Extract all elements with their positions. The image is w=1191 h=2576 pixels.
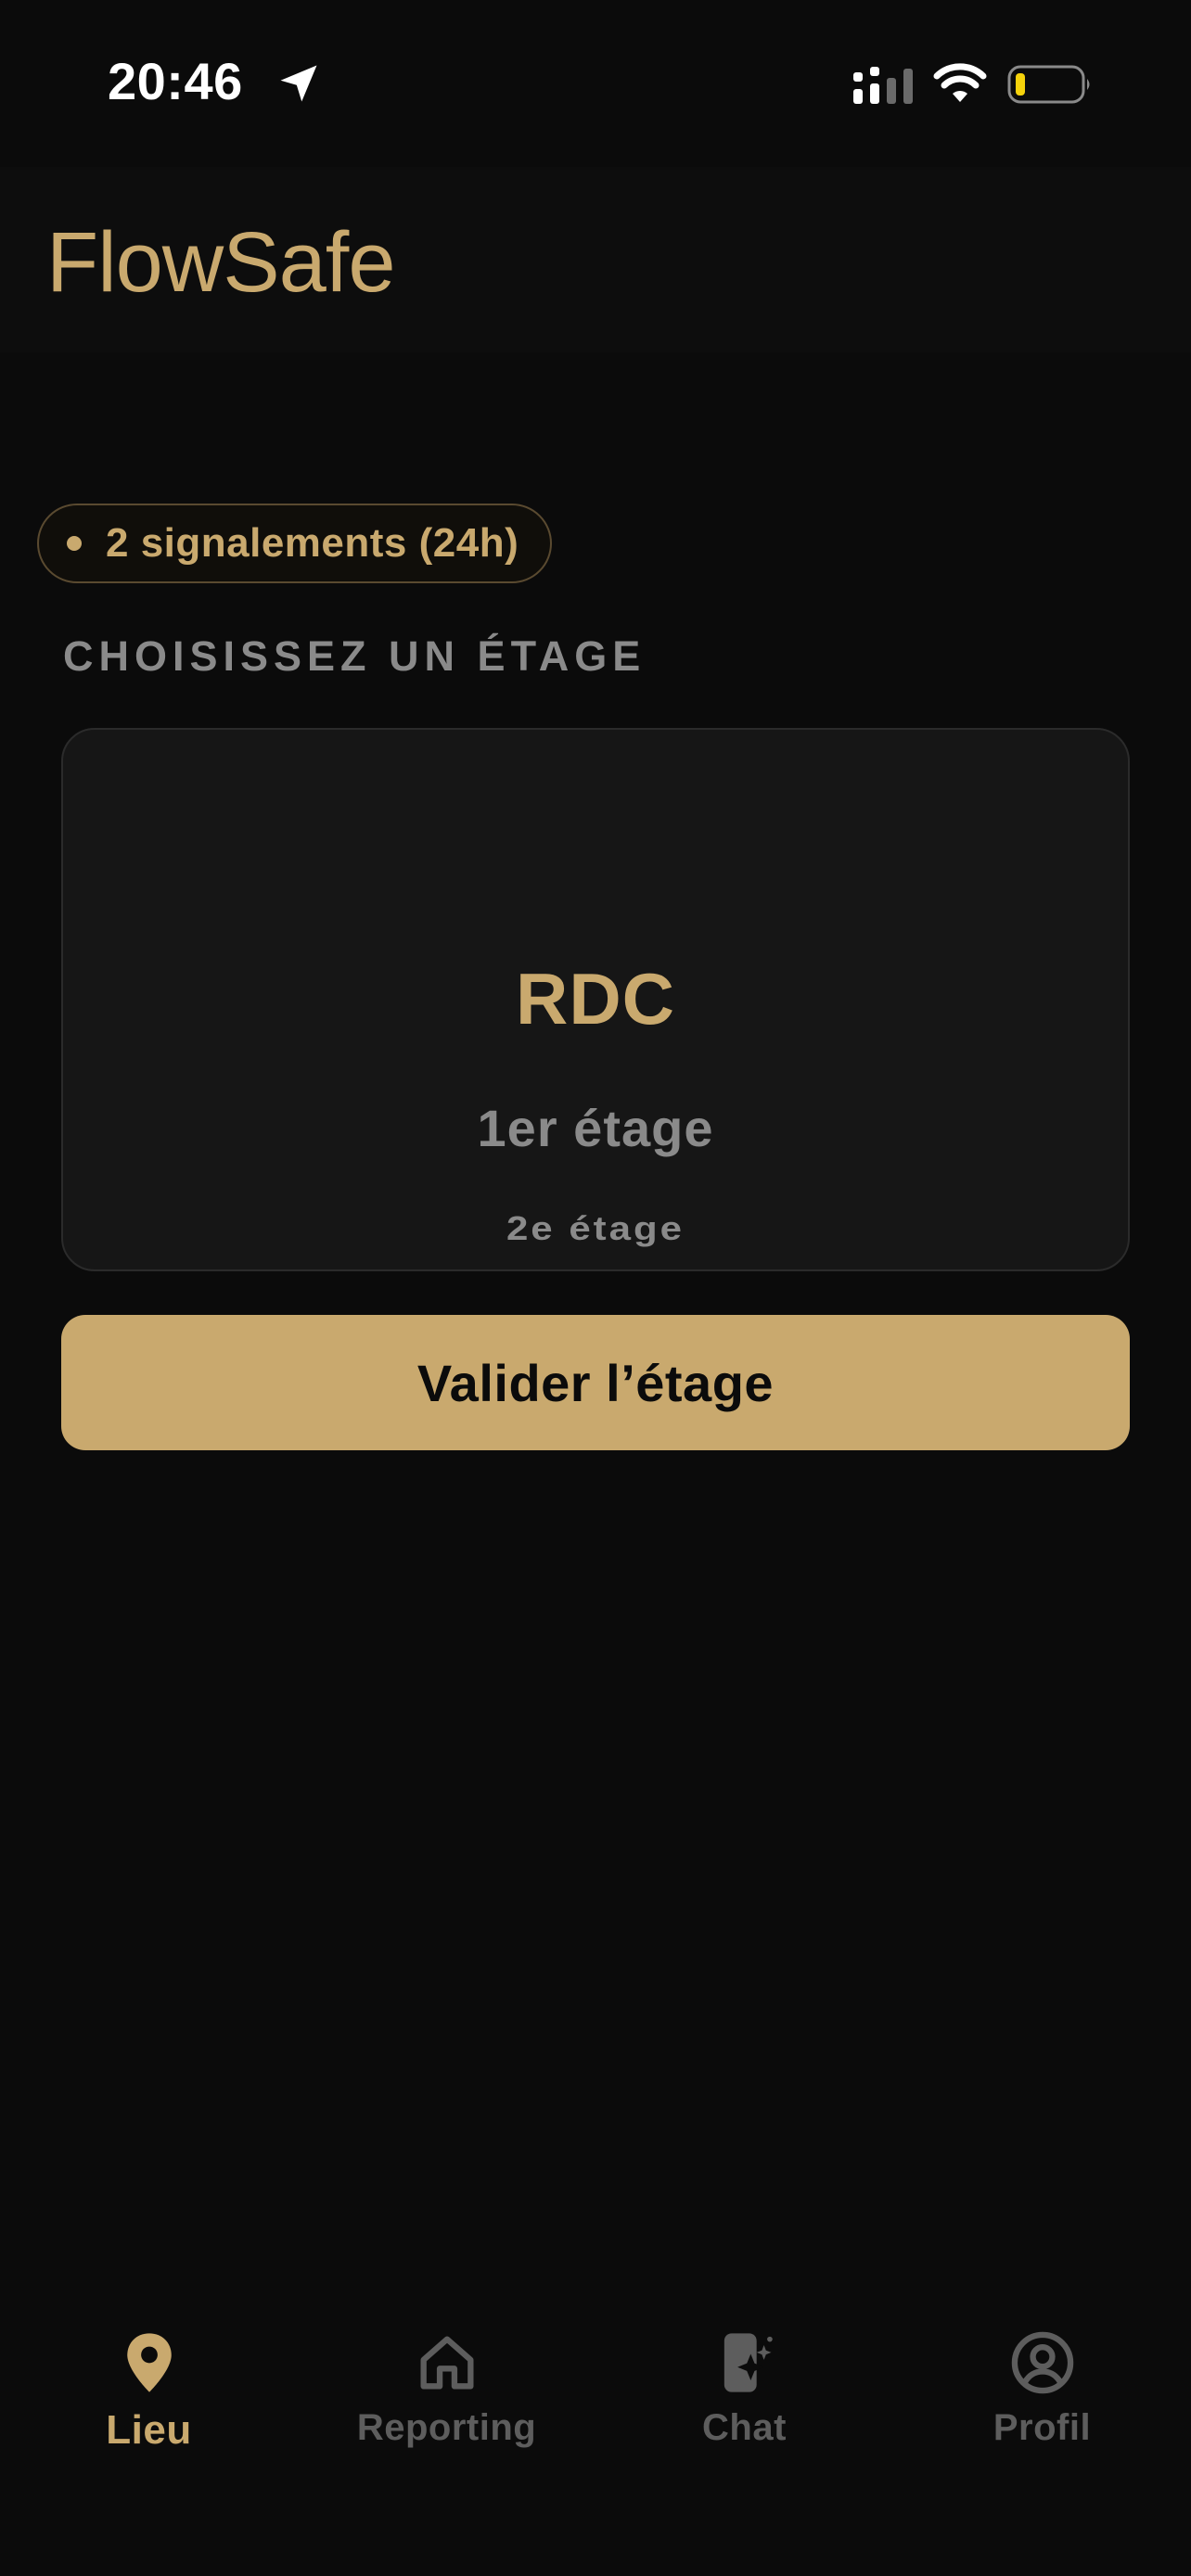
status-bar: 20:46 [0, 0, 1191, 167]
tab-chat[interactable]: Chat [596, 2309, 893, 2476]
tab-bar: Lieu Reporting Chat Profil [0, 2309, 1191, 2494]
floor-option-selected[interactable]: RDC [63, 952, 1128, 1045]
location-arrow-icon [280, 65, 317, 102]
reports-badge-text: 2 signalements (24h) [106, 520, 519, 566]
home-icon [420, 2336, 473, 2390]
map-pin-icon [126, 2333, 172, 2392]
floor-picker[interactable]: RDC 1er étage 2e étage [61, 728, 1130, 1271]
user-circle-icon [1011, 2331, 1073, 2394]
status-dot [67, 536, 82, 551]
tab-label: Reporting [356, 2407, 537, 2448]
tab-lieu[interactable]: Lieu [0, 2309, 298, 2476]
tab-label: Profil [992, 2407, 1092, 2448]
tab-profil[interactable]: Profil [893, 2309, 1191, 2476]
wifi-icon [933, 63, 987, 102]
battery-low-icon [1007, 65, 1090, 104]
app-header: FlowSafe [0, 167, 1191, 352]
tab-label: Lieu [106, 2407, 192, 2453]
reports-badge[interactable]: 2 signalements (24h) [37, 504, 553, 583]
tab-reporting[interactable]: Reporting [298, 2309, 596, 2476]
status-time: 20:46 [108, 52, 243, 110]
floor-option[interactable]: 2e étage [63, 1206, 1128, 1251]
app-title: FlowSafe [46, 215, 395, 310]
cellular-signal-icon [853, 67, 913, 104]
phone-sparkle-icon [724, 2333, 773, 2392]
validate-floor-button[interactable]: Valider l’étage [61, 1315, 1130, 1450]
floor-section-label: CHOISISSEZ UN ÉTAGE [63, 632, 647, 680]
floor-option[interactable]: 1er étage [63, 1096, 1128, 1161]
tab-label: Chat [702, 2407, 787, 2448]
